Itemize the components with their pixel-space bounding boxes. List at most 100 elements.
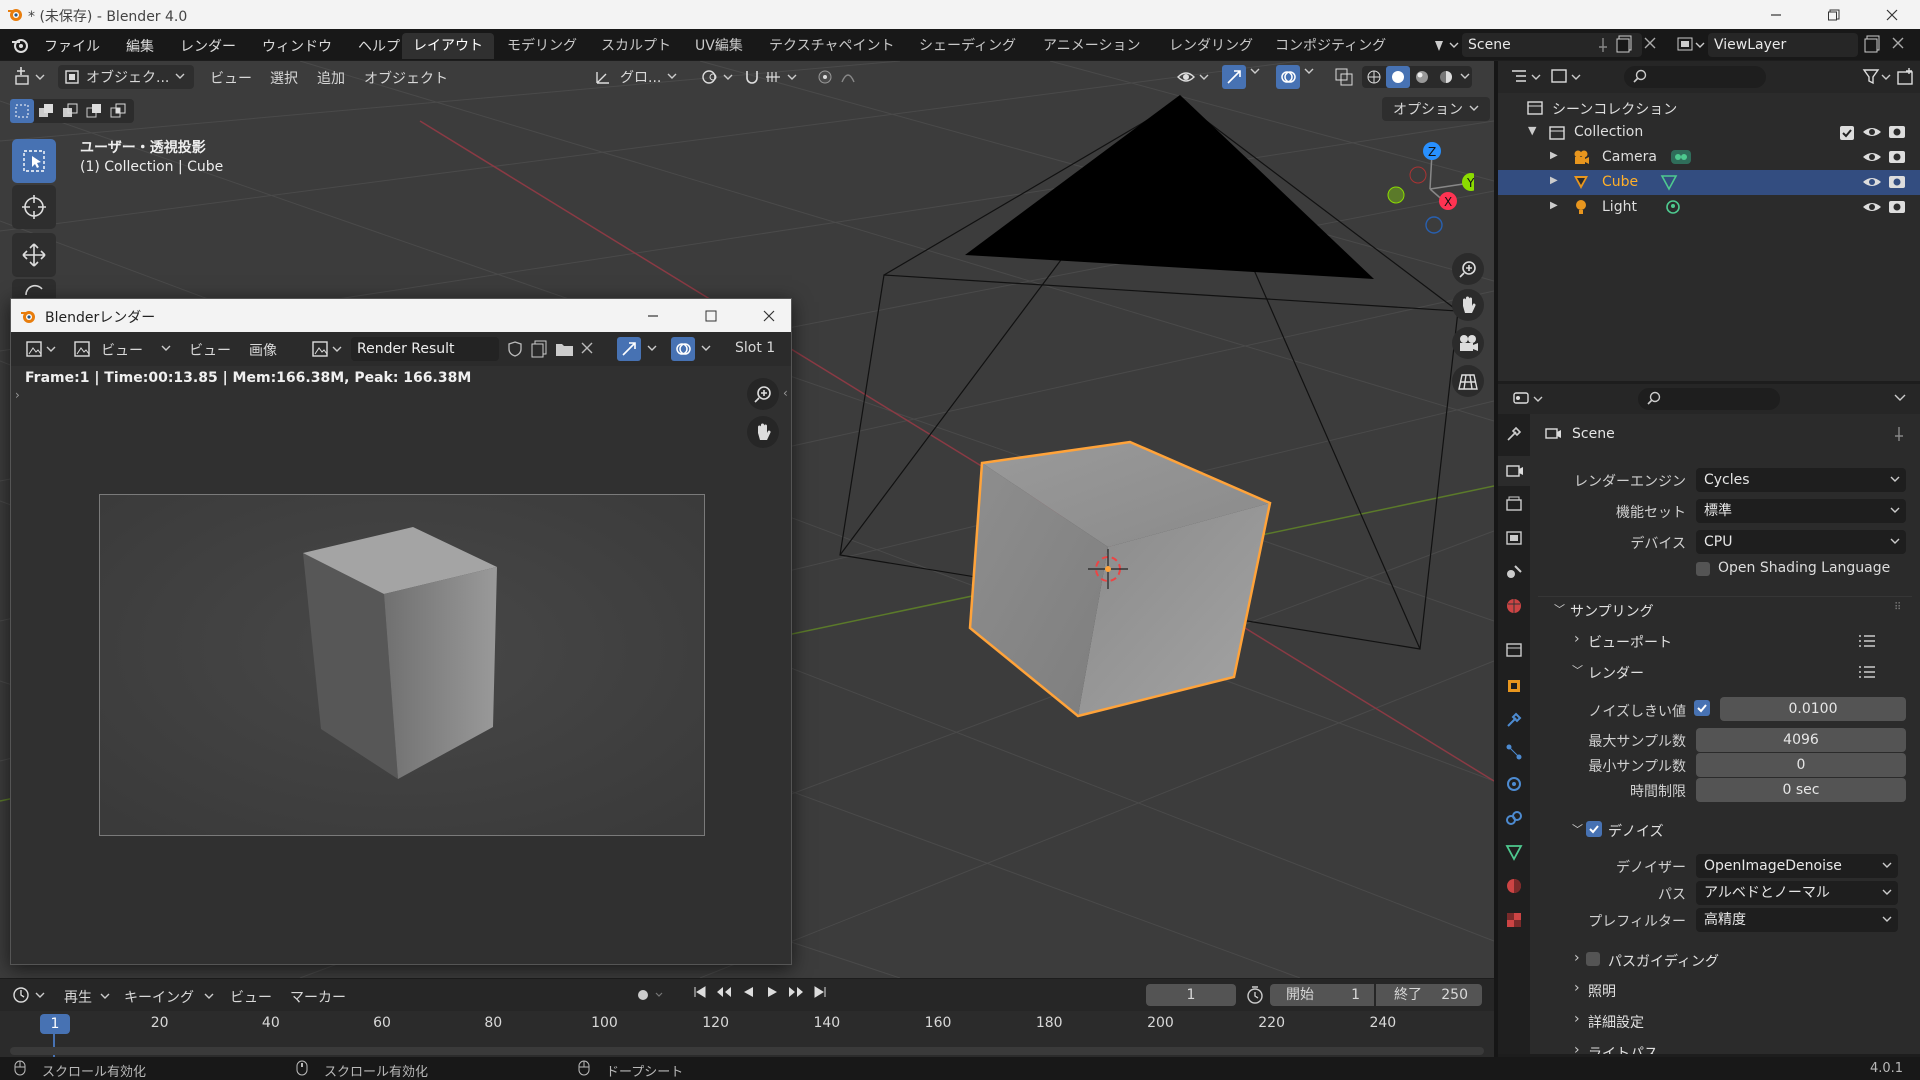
collection-tab-icon[interactable] [1504,640,1524,660]
outliner-scene-collection[interactable]: シーンコレクション [1498,95,1920,120]
select-subtract-icon[interactable] [58,103,82,119]
eye-icon[interactable] [1862,149,1882,165]
render-visibility-icon[interactable] [1888,199,1906,215]
light-paths-section-header[interactable]: ライトパス [1588,1043,1658,1054]
preset-list-icon[interactable] [1858,664,1876,680]
object-tab-icon[interactable] [1504,676,1524,696]
viewlayer-selector[interactable]: ViewLayer [1674,33,1916,57]
collection-checkbox[interactable] [1840,126,1854,140]
area-divider[interactable] [1494,61,1498,1057]
world-tab-icon[interactable] [1504,596,1524,616]
denoiser-dropdown[interactable]: OpenImageDenoise [1696,854,1898,878]
outliner-editor-type-icon[interactable] [1510,67,1542,87]
camera-data-icon[interactable] [1670,148,1692,166]
pin-icon[interactable] [1596,37,1610,53]
tab-workspace-4[interactable]: テクスチャペイント [758,33,905,59]
render-minimize-button[interactable] [624,301,682,330]
eye-icon[interactable] [1862,124,1882,140]
material-shading-icon[interactable] [1410,69,1434,85]
texture-tab-icon[interactable] [1504,910,1524,930]
tool-tab-icon[interactable] [1504,424,1524,444]
outliner-item-light[interactable]: ▶ Light [1498,195,1920,220]
slot-dropdown[interactable]: Slot 1 [735,340,775,356]
jump-end-icon[interactable] [808,985,832,999]
select-extend-icon[interactable] [34,103,58,119]
solid-shading-icon[interactable] [1386,66,1410,88]
viewlayer-field[interactable]: ViewLayer [1708,33,1858,57]
particles-tab-icon[interactable] [1504,742,1524,762]
sampling-collapse-icon[interactable]: ﹀ [1554,601,1565,617]
chevron-down-icon[interactable] [100,993,110,1001]
end-frame-field[interactable]: 終了 250 [1376,984,1482,1006]
visibility-icon[interactable] [1176,68,1212,86]
menu-edit[interactable]: 編集 [126,36,154,56]
proportional-edit-icon[interactable] [816,68,864,86]
render-collapse-icon[interactable]: ﹀ [1572,662,1583,678]
pin-icon[interactable] [1892,426,1906,442]
maximize-button[interactable] [1805,0,1863,29]
menu-window[interactable]: ウィンドウ [262,36,332,56]
record-keyframe-icon[interactable] [636,988,666,1002]
passes-dropdown[interactable]: アルベドとノーマル [1696,881,1898,905]
data-tab-icon[interactable] [1504,842,1524,862]
menu-file[interactable]: ファイル [44,36,100,56]
play-reverse-icon[interactable] [736,985,760,999]
viewport-subsection-header[interactable]: ビューポート [1588,632,1672,652]
jump-start-icon[interactable] [688,985,712,999]
render-zoom-icon[interactable] [747,378,779,410]
path-guiding-checkbox[interactable] [1586,952,1600,966]
playhead-marker[interactable]: 1 [40,1014,70,1034]
new-viewlayer-icon[interactable] [1864,35,1882,53]
scene-tab-icon[interactable] [1504,562,1524,582]
render-engine-dropdown[interactable]: Cycles [1696,468,1906,492]
render-visibility-icon[interactable] [1888,149,1906,165]
outliner-item-camera[interactable]: ▶ Camera [1498,145,1920,170]
chevron-down-icon[interactable] [1304,68,1314,76]
chevron-down-icon[interactable] [647,345,657,353]
chevron-down-icon[interactable] [701,345,711,353]
render-menu-image[interactable]: 画像 [249,340,277,360]
current-frame-field[interactable]: 1 [1146,984,1236,1006]
next-keyframe-icon[interactable] [784,985,808,999]
render-visibility-icon[interactable] [1888,124,1906,140]
denoise-section-header[interactable]: デノイズ [1608,821,1664,841]
constraints-tab-icon[interactable] [1504,808,1524,828]
path-guiding-expand-icon[interactable]: › [1574,950,1580,966]
advanced-section-header[interactable]: 詳細設定 [1588,1012,1644,1032]
new-scene-icon[interactable] [1616,35,1634,53]
light-paths-expand-icon[interactable]: › [1574,1042,1580,1054]
min-samples-field[interactable]: 0 [1696,753,1906,777]
eye-icon[interactable] [1862,199,1882,215]
timeline-track[interactable]: 20 40 60 80 100 120 140 160 180 200 220 240 1 [0,1011,1494,1057]
close-button[interactable] [1863,0,1920,29]
material-tab-icon[interactable] [1504,876,1524,896]
start-frame-field[interactable]: 開始 1 [1270,984,1374,1006]
render-tab-icon[interactable] [1498,456,1530,486]
xray-toggle-icon[interactable] [1334,67,1354,87]
delete-scene-icon[interactable] [1644,37,1656,49]
lights-expand-icon[interactable]: › [1574,980,1580,996]
tab-workspace-8[interactable]: コンポジティング [1264,33,1397,59]
cursor-tool-button[interactable] [12,185,56,229]
select-new-icon[interactable] [10,99,34,123]
render-view-dropdown[interactable]: ビュー [101,340,143,360]
blender-menu-icon[interactable] [10,35,30,55]
outliner-search-input[interactable] [1624,66,1766,88]
delete-viewlayer-icon[interactable] [1892,37,1904,49]
navigation-gizmo[interactable]: Z Y X [1378,139,1474,239]
chevron-down-icon[interactable] [161,345,171,353]
prefilter-dropdown[interactable]: 高精度 [1696,908,1898,932]
image-view-mode-icon[interactable] [73,340,91,358]
viewport-expand-icon[interactable]: › [1574,631,1580,647]
minimize-button[interactable] [1747,0,1805,29]
noise-threshold-field[interactable]: 0.0100 [1720,697,1906,721]
tab-workspace-7[interactable]: レンダリング [1158,33,1264,59]
new-image-icon[interactable] [531,340,549,358]
properties-editor-type-icon[interactable] [1512,389,1546,409]
outliner-collection-row[interactable]: ▼ Collection [1498,120,1920,145]
camera-view-icon[interactable] [1452,327,1484,359]
render-maximize-button[interactable] [682,301,740,330]
chevron-down-icon[interactable] [204,993,214,1001]
fake-user-shield-icon[interactable] [507,340,523,358]
overlay-toggle-icon[interactable] [1276,65,1300,89]
